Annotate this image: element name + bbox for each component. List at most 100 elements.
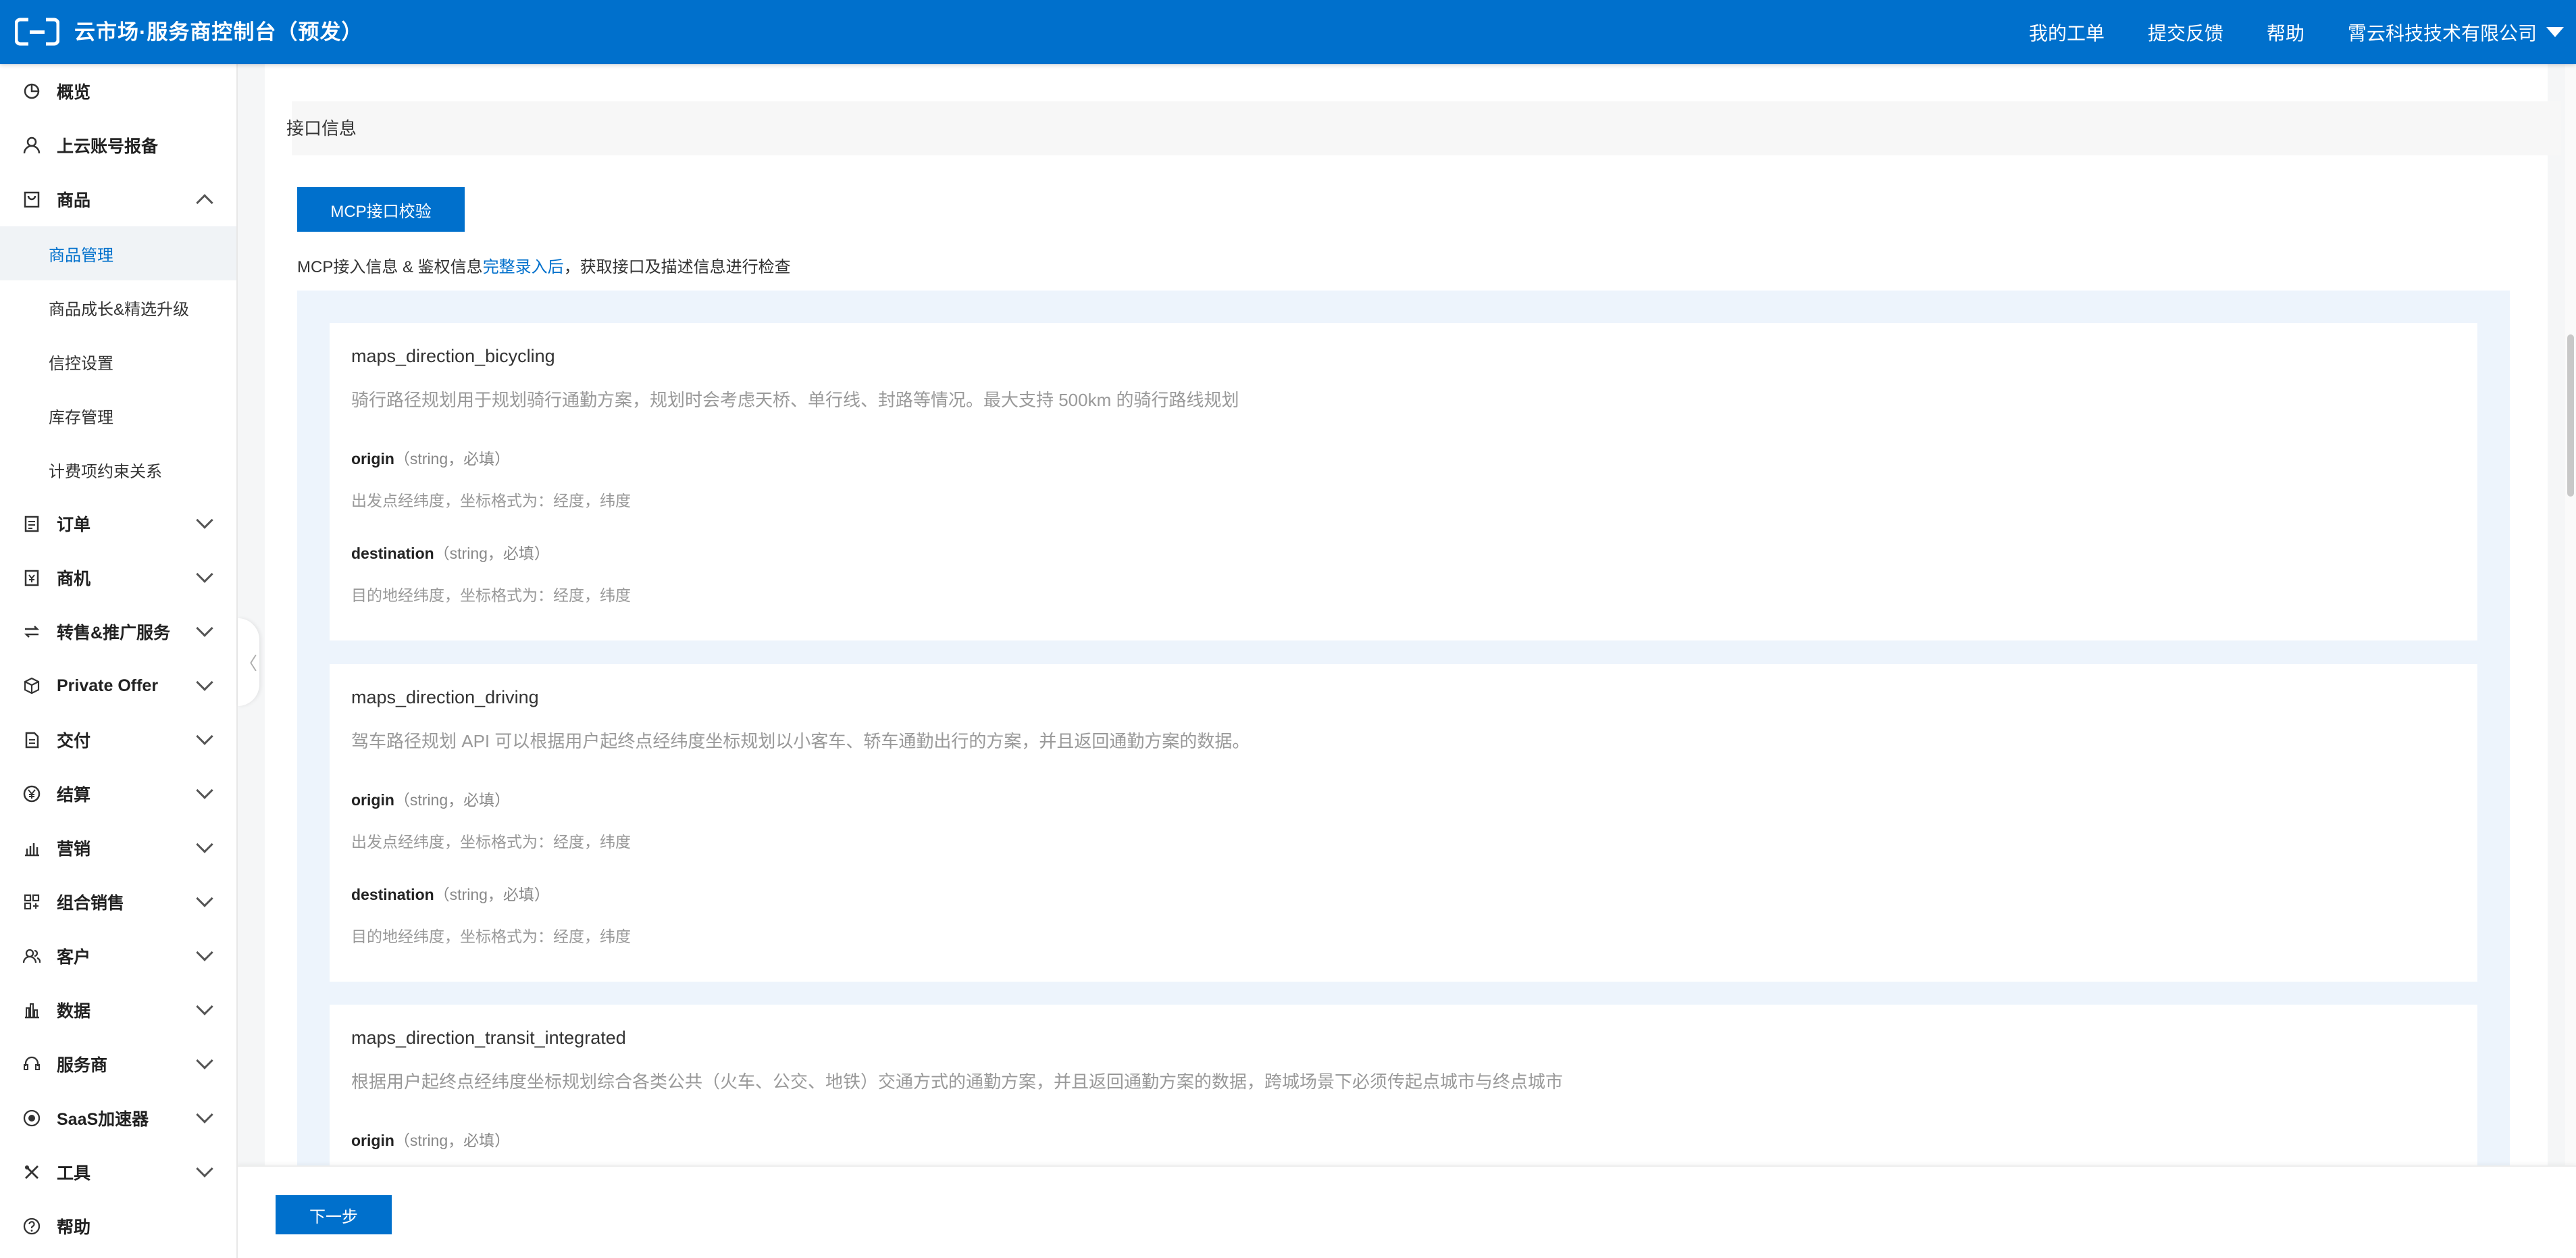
api-description: 骑行路径规划用于规划骑行通勤方案，规划时会考虑天桥、单行线、封路等情况。最大支持… bbox=[351, 390, 1239, 410]
api-card: maps_direction_driving 驾车路径规划 API 可以根据用户… bbox=[330, 664, 2477, 982]
sidebar-collapse-handle[interactable]: 〈 bbox=[238, 618, 259, 706]
api-description: 驾车路径规划 API 可以根据用户起终点经纬度坐标规划以小客车、轿车通勤出行的方… bbox=[351, 731, 1250, 751]
sidebar-item-customers[interactable]: 客户 bbox=[0, 929, 236, 983]
sidebar-item-provider[interactable]: 服务商 bbox=[0, 1037, 236, 1091]
top-bar: 云市场·服务商控制台（预发） 我的工单 提交反馈 帮助 霄云科技技术有限公司 bbox=[0, 0, 2576, 64]
param-description: 目的地经纬度，坐标格式为：经度，纬度 bbox=[351, 586, 631, 604]
sidebar-item-orders[interactable]: 订单 bbox=[0, 497, 236, 551]
sidebar-subitem-label: 计费项约束关系 bbox=[49, 462, 162, 481]
sidebar: 概览 上云账号报备 商品 商品管理 商品成长&精选升级 信控设置 库存管理 计费… bbox=[0, 64, 238, 1258]
aliyun-logo-icon[interactable] bbox=[15, 17, 59, 47]
grid-icon bbox=[22, 892, 42, 912]
chevron-down-icon bbox=[196, 836, 213, 853]
swap-icon bbox=[22, 622, 42, 642]
mcp-verify-button[interactable]: MCP接口校验 bbox=[297, 187, 465, 232]
clipboard-icon bbox=[22, 513, 42, 534]
hint-link[interactable]: 完整录入后 bbox=[483, 258, 564, 276]
sidebar-item-cloud-account[interactable]: 上云账号报备 bbox=[0, 118, 236, 172]
sidebar-item-saas[interactable]: SaaS加速器 bbox=[0, 1091, 236, 1145]
param-name: origin（string，必填） bbox=[351, 787, 510, 810]
sidebar-item-overview[interactable]: 概览 bbox=[0, 64, 236, 118]
param-key: destination bbox=[351, 886, 434, 903]
sidebar-item-marketing[interactable]: 营销 bbox=[0, 821, 236, 875]
sidebar-item-label: 交付 bbox=[57, 732, 91, 751]
my-tickets-link[interactable]: 我的工单 bbox=[2029, 19, 2105, 46]
sidebar-item-label: 上云账号报备 bbox=[57, 137, 159, 156]
hint-text-post: ，获取接口及描述信息进行检查 bbox=[563, 258, 791, 276]
sidebar-item-label: SaaS加速器 bbox=[57, 1110, 149, 1129]
param-meta: （string，必填） bbox=[394, 450, 511, 468]
sidebar-subitem-inventory[interactable]: 库存管理 bbox=[0, 388, 236, 443]
sidebar-item-label: 概览 bbox=[57, 83, 91, 102]
api-name: maps_direction_bicycling bbox=[351, 346, 555, 366]
lightbulb-icon bbox=[22, 568, 42, 588]
param-meta: （string，必填） bbox=[394, 1132, 511, 1149]
sidebar-subitem-product-manage[interactable]: 商品管理 bbox=[0, 226, 236, 280]
api-card: maps_direction_bicycling 骑行路径规划用于规划骑行通勤方… bbox=[330, 323, 2477, 640]
sidebar-item-resale[interactable]: 转售&推广服务 bbox=[0, 605, 236, 659]
sidebar-subitem-billing[interactable]: 计费项约束关系 bbox=[0, 443, 236, 497]
sidebar-item-private-offer[interactable]: Private Offer bbox=[0, 659, 236, 713]
api-description: 根据用户起终点经纬度坐标规划综合各类公共（火车、公交、地铁）交通方式的通勤方案，… bbox=[351, 1072, 1564, 1092]
sidebar-item-delivery[interactable]: 交付 bbox=[0, 713, 236, 767]
sidebar-item-label: 转售&推广服务 bbox=[57, 624, 171, 643]
sidebar-item-label: 组合销售 bbox=[57, 894, 125, 913]
sidebar-item-label: 商机 bbox=[57, 570, 91, 588]
sidebar-subitem-credit[interactable]: 信控设置 bbox=[0, 334, 236, 388]
shopping-bag-icon bbox=[22, 189, 42, 209]
section-header-bar bbox=[292, 101, 2561, 155]
sidebar-item-products[interactable]: 商品 bbox=[0, 172, 236, 226]
sidebar-item-label: 服务商 bbox=[57, 1056, 108, 1075]
chevron-down-icon bbox=[196, 511, 213, 529]
section-title: 接口信息 bbox=[286, 118, 357, 139]
next-step-button[interactable]: 下一步 bbox=[276, 1195, 392, 1234]
chevron-down-icon bbox=[196, 1160, 213, 1178]
main-scrollbar[interactable] bbox=[2565, 64, 2576, 1165]
feedback-link[interactable]: 提交反馈 bbox=[2148, 19, 2223, 46]
param-name: origin（string，必填） bbox=[351, 446, 510, 469]
sidebar-item-label: 营销 bbox=[57, 840, 91, 859]
sidebar-item-label: 工具 bbox=[57, 1164, 91, 1183]
param-meta: （string，必填） bbox=[434, 545, 550, 562]
sidebar-item-help[interactable]: 帮助 bbox=[0, 1199, 236, 1253]
param-key: origin bbox=[351, 1132, 394, 1149]
sidebar-item-label: Private Offer bbox=[57, 676, 159, 695]
data-chart-icon bbox=[22, 1000, 42, 1020]
sidebar-subitem-label: 商品管理 bbox=[49, 246, 113, 265]
help-link[interactable]: 帮助 bbox=[2267, 19, 2304, 46]
company-name: 霄云科技技术有限公司 bbox=[2347, 22, 2537, 44]
sidebar-subitem-label: 信控设置 bbox=[49, 354, 113, 373]
chevron-left-icon: 〈 bbox=[239, 653, 257, 674]
param-key: origin bbox=[351, 450, 394, 468]
sidebar-item-label: 数据 bbox=[57, 1002, 91, 1021]
param-meta: （string，必填） bbox=[394, 791, 511, 809]
users-icon bbox=[22, 946, 42, 966]
app-title: 云市场·服务商控制台（预发） bbox=[74, 20, 363, 44]
headset-icon bbox=[22, 1054, 42, 1074]
param-description: 出发点经纬度，坐标格式为：经度，纬度 bbox=[351, 833, 631, 851]
sidebar-subitem-label: 商品成长&精选升级 bbox=[49, 300, 190, 319]
param-meta: （string，必填） bbox=[434, 886, 550, 903]
sidebar-subitem-product-growth[interactable]: 商品成长&精选升级 bbox=[0, 280, 236, 334]
caret-down-icon bbox=[2546, 27, 2564, 37]
sidebar-subitem-label: 库存管理 bbox=[49, 408, 113, 427]
cube-icon bbox=[22, 676, 42, 696]
help-circle-icon bbox=[22, 1216, 42, 1236]
sidebar-item-tools[interactable]: 工具 bbox=[0, 1145, 236, 1199]
chevron-down-icon bbox=[196, 1052, 213, 1070]
company-dropdown[interactable]: 霄云科技技术有限公司 bbox=[2348, 19, 2564, 46]
scrollbar-thumb[interactable] bbox=[2567, 334, 2574, 497]
sidebar-item-settlement[interactable]: 结算 bbox=[0, 767, 236, 821]
param-description: 目的地经纬度，坐标格式为：经度，纬度 bbox=[351, 928, 631, 945]
param-name: origin（string，必填） bbox=[351, 1128, 510, 1151]
param-name: destination（string，必填） bbox=[351, 540, 550, 563]
sidebar-item-opportunity[interactable]: 商机 bbox=[0, 551, 236, 605]
sidebar-item-bundle[interactable]: 组合销售 bbox=[0, 875, 236, 929]
chevron-down-icon bbox=[196, 998, 213, 1015]
sidebar-item-data[interactable]: 数据 bbox=[0, 983, 236, 1037]
sidebar-item-label: 客户 bbox=[57, 948, 91, 967]
param-key: destination bbox=[351, 545, 434, 562]
chevron-down-icon bbox=[196, 728, 213, 745]
chevron-down-icon bbox=[196, 620, 213, 637]
api-name: maps_direction_driving bbox=[351, 687, 539, 707]
